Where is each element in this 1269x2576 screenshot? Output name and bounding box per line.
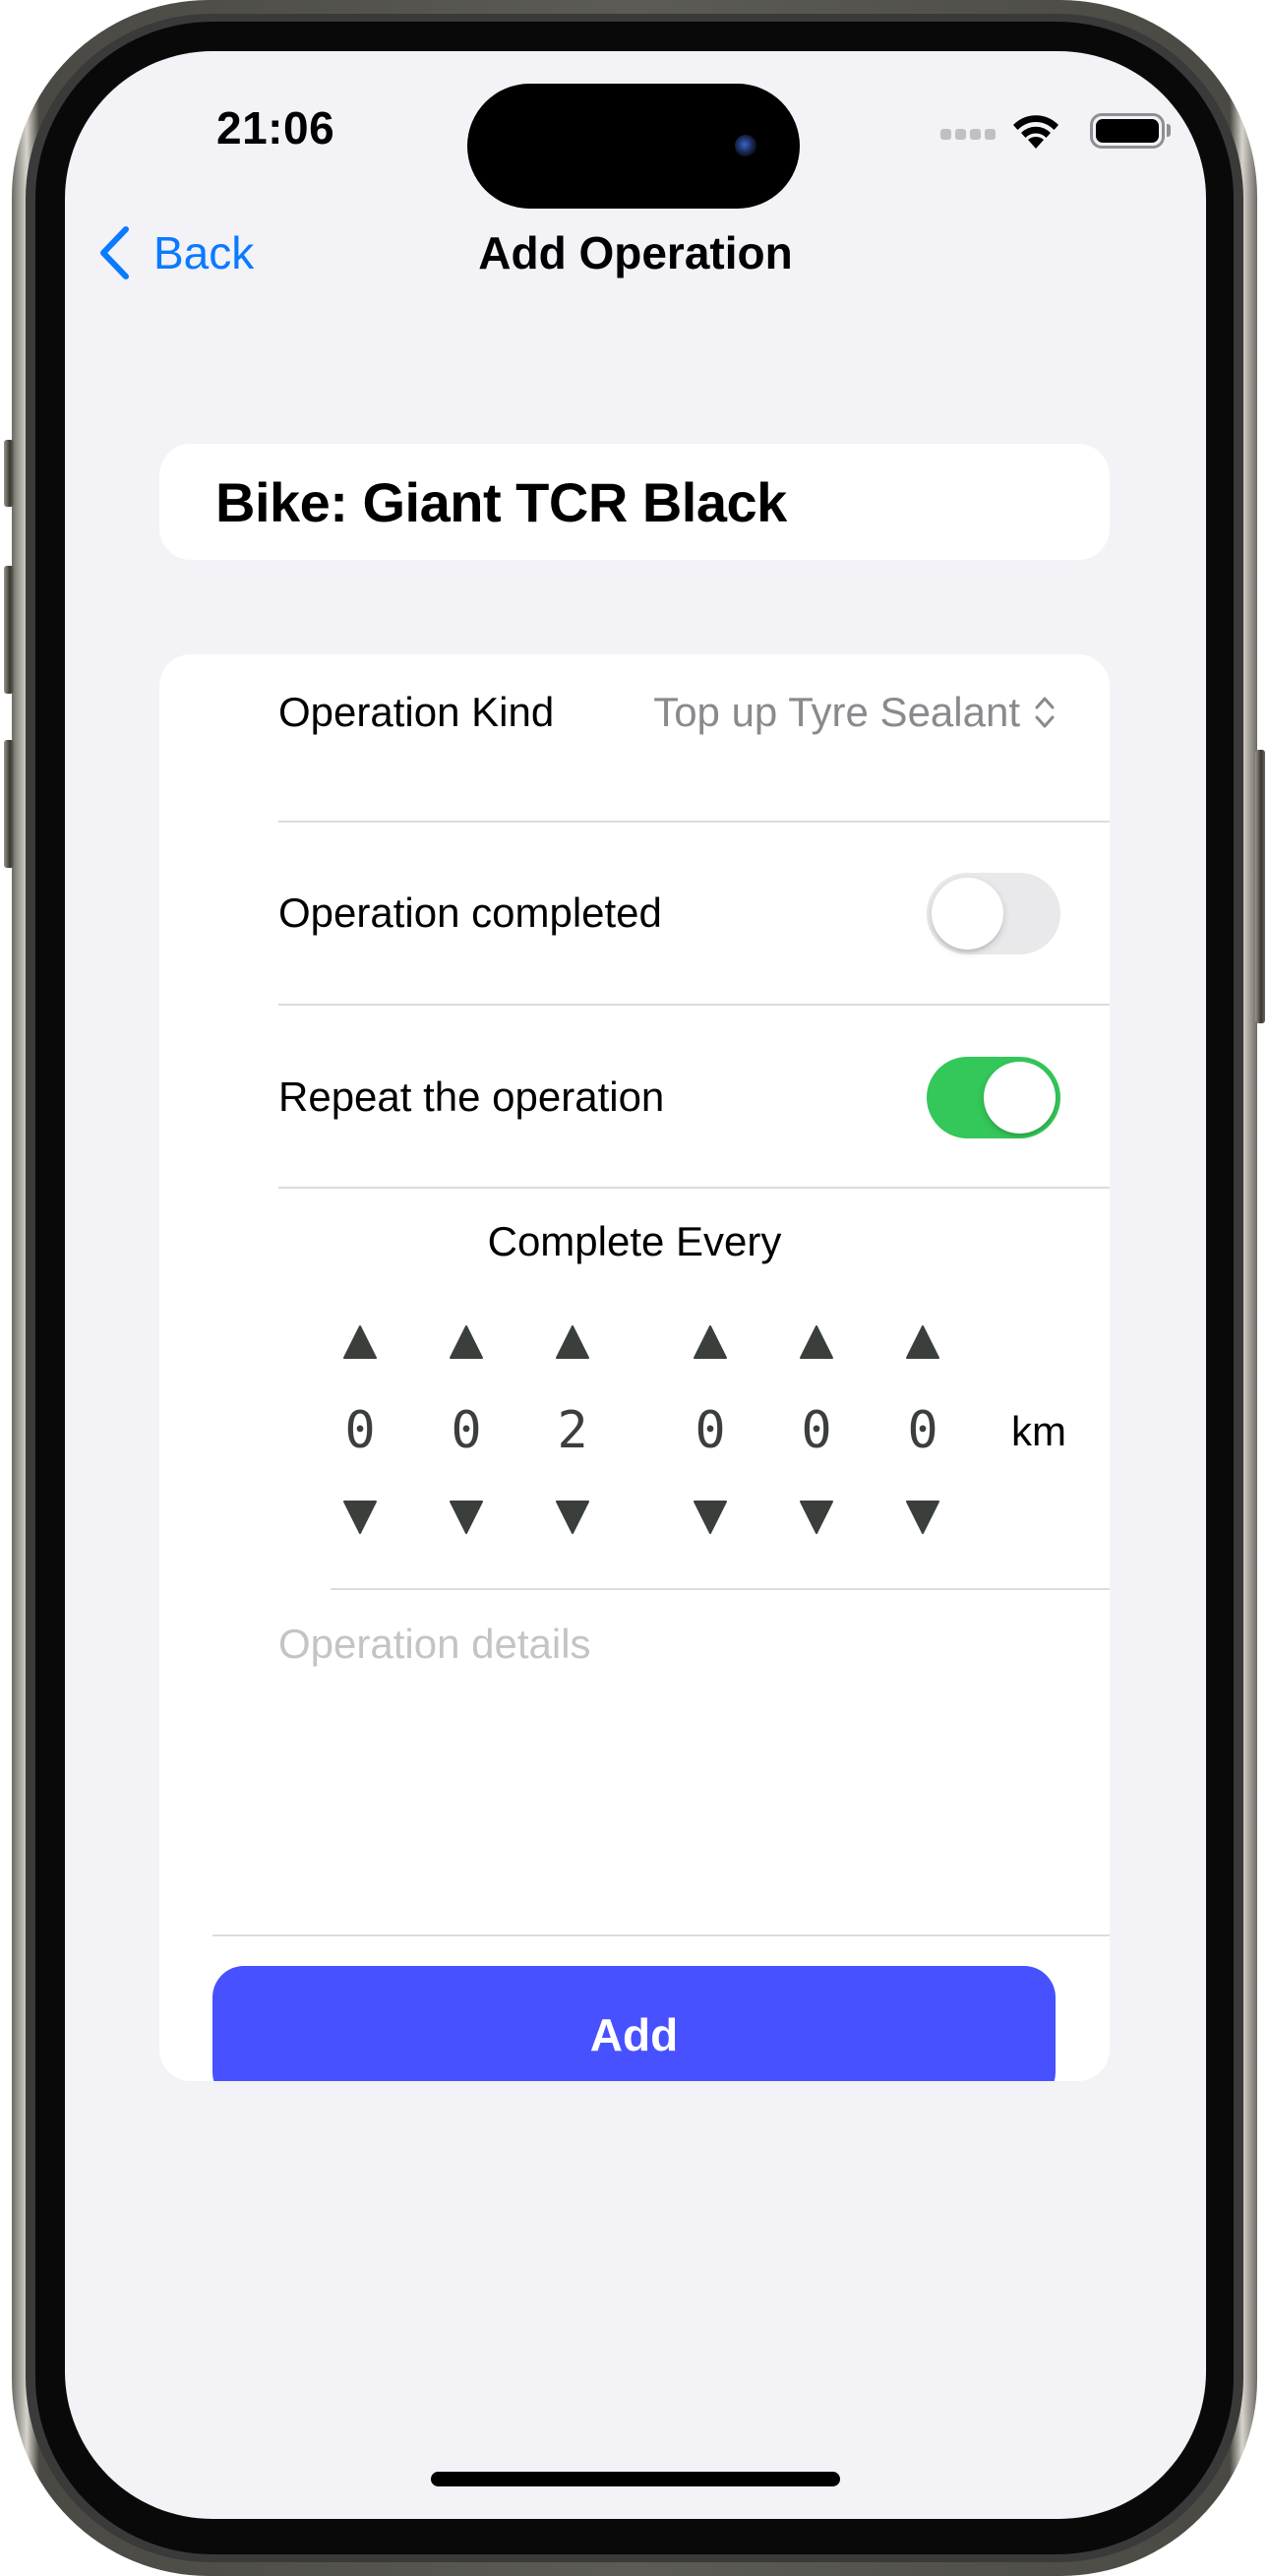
increment-arrow-icon[interactable] [905, 1324, 940, 1360]
digit-value: 0 [695, 1401, 726, 1460]
chevron-left-icon [100, 226, 129, 279]
volume-up-button [4, 566, 14, 694]
operation-details-placeholder: Operation details [278, 1621, 591, 1667]
decrement-arrow-icon[interactable] [905, 1500, 940, 1535]
digit-value: 0 [344, 1401, 376, 1460]
battery-icon [1090, 113, 1165, 149]
increment-arrow-icon[interactable] [693, 1324, 728, 1360]
operation-completed-toggle[interactable] [927, 873, 1060, 954]
digit-value: 0 [801, 1401, 832, 1460]
divider [212, 1934, 1110, 1936]
operation-completed-label: Operation completed [278, 889, 662, 936]
repeat-operation-toggle[interactable] [927, 1057, 1060, 1138]
bike-title: Bike: Giant TCR Black [215, 471, 787, 533]
power-button [1255, 750, 1265, 1023]
operation-kind-picker[interactable]: Top up Tyre Sealant [653, 687, 1056, 738]
volume-down-button [4, 740, 14, 868]
decrement-arrow-icon[interactable] [449, 1500, 484, 1535]
decrement-arrow-icon[interactable] [693, 1500, 728, 1535]
app-screen: 21:06 Add Operation Back Bike: Giant TCR… [65, 51, 1206, 2519]
increment-arrow-icon[interactable] [799, 1324, 834, 1360]
operation-kind-row: Operation Kind Top up Tyre Sealant [159, 654, 1110, 770]
digit-value: 2 [557, 1401, 588, 1460]
action-button [4, 440, 14, 507]
repeat-operation-label: Repeat the operation [278, 1073, 665, 1120]
status-icons [872, 102, 1177, 152]
distance-unit: km [1011, 1408, 1066, 1454]
increment-arrow-icon[interactable] [449, 1324, 484, 1360]
dynamic-island [467, 84, 800, 209]
phone-device: 21:06 Add Operation Back Bike: Giant TCR… [0, 0, 1269, 2576]
increment-arrow-icon[interactable] [342, 1324, 378, 1360]
decrement-arrow-icon[interactable] [342, 1500, 378, 1535]
back-button[interactable]: Back [96, 218, 293, 287]
add-button[interactable]: Add [212, 1966, 1056, 2081]
wifi-icon [1013, 115, 1058, 149]
divider [278, 1187, 1110, 1189]
operation-kind-label: Operation Kind [278, 689, 555, 735]
decrement-arrow-icon[interactable] [799, 1500, 834, 1535]
back-label: Back [153, 227, 255, 278]
battery-cap [1167, 124, 1171, 137]
operation-form: Operation Kind Top up Tyre Sealant Opera… [159, 654, 1110, 2081]
toggle-knob [932, 878, 1003, 950]
operation-completed-row: Operation completed [159, 823, 1110, 1005]
digit-value: 0 [907, 1401, 938, 1460]
toggle-knob [984, 1062, 1056, 1134]
decrement-arrow-icon[interactable] [555, 1500, 590, 1535]
divider [331, 1588, 1110, 1590]
operation-details-input[interactable]: Operation details [278, 1619, 1065, 1914]
digit-value: 0 [451, 1401, 482, 1460]
home-indicator[interactable] [431, 2472, 840, 2486]
operation-kind-value: Top up Tyre Sealant [653, 689, 1020, 735]
chevron-up-down-icon [1035, 697, 1055, 728]
increment-arrow-icon[interactable] [555, 1324, 590, 1360]
front-camera-icon [735, 135, 756, 156]
repeat-operation-row: Repeat the operation [159, 1006, 1110, 1188]
bike-title-card: Bike: Giant TCR Black [159, 444, 1110, 560]
status-time: 21:06 [216, 102, 335, 153]
complete-every-label: Complete Every [487, 1218, 782, 1264]
